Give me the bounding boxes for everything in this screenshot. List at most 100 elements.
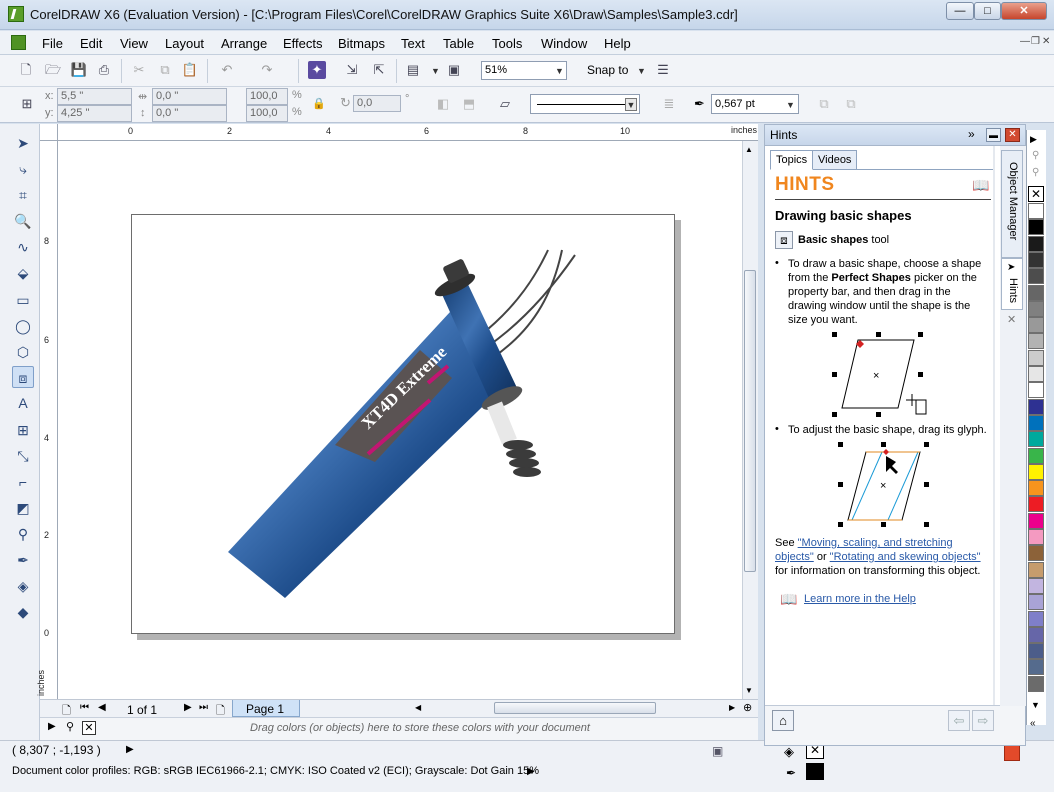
no-color-swatch-icon[interactable]: ✕ [82, 721, 96, 735]
scale-y-input[interactable]: 100,0 [246, 105, 288, 122]
scroll-left-icon[interactable]: ◀ [415, 703, 421, 712]
palette-swatch[interactable] [1028, 349, 1044, 366]
freehand-tool-icon[interactable]: ∿ [12, 236, 34, 258]
chevron-right-icon[interactable]: ▶ [126, 744, 134, 755]
outline-color-swatch[interactable] [806, 763, 824, 780]
object-origin-icon[interactable]: ⊞ [18, 95, 36, 113]
palette-swatch[interactable] [1028, 382, 1044, 399]
bike-frame-artwork[interactable]: XT4D Extreme [200, 240, 600, 610]
menu-window[interactable]: Window [541, 36, 587, 51]
palette-swatch[interactable] [1028, 463, 1044, 480]
palette-swatch[interactable] [1028, 480, 1044, 497]
import-icon[interactable]: ⇲ [343, 61, 361, 79]
scroll-down-icon[interactable]: ▼ [745, 686, 753, 695]
document-menu-icon[interactable] [11, 35, 26, 50]
dimension-tool-icon[interactable]: ⤡ [12, 445, 34, 467]
color-profiles-status[interactable]: Document color profiles: RGB: sRGB IEC61… [12, 765, 539, 777]
scroll-right-icon[interactable]: ▶ [729, 703, 735, 712]
table-tool-icon[interactable]: ⊞ [12, 419, 34, 441]
ruler-origin[interactable] [40, 124, 58, 141]
home-icon[interactable]: ⌂ [772, 710, 794, 731]
menu-text[interactable]: Text [401, 36, 425, 51]
navigator-zoom-icon[interactable]: ⊕ [743, 701, 752, 714]
forward-arrow-icon[interactable]: ⇨ [972, 710, 994, 731]
back-arrow-icon[interactable]: ⇦ [948, 710, 970, 731]
vertical-ruler[interactable] [40, 141, 58, 699]
next-page-icon[interactable]: ▶ [184, 702, 192, 713]
open-icon[interactable]: 🗁 [44, 61, 62, 79]
menu-bitmaps[interactable]: Bitmaps [338, 36, 385, 51]
close-tab-icon[interactable]: ✕ [1007, 313, 1016, 326]
menu-file[interactable]: File [42, 36, 63, 51]
tab-videos[interactable]: Videos [812, 150, 858, 170]
menu-tools[interactable]: Tools [492, 36, 522, 51]
chevron-down-icon[interactable]: ▼ [555, 66, 564, 76]
text-tool-icon[interactable]: A [12, 392, 34, 414]
play-icon[interactable]: ▶ [48, 721, 56, 732]
perfect-shapes-picker-icon[interactable]: ▱ [496, 95, 514, 113]
tab-topics[interactable]: Topics [770, 150, 814, 170]
maximize-button[interactable]: □ [974, 2, 1001, 20]
paste-icon[interactable]: 📋 [181, 61, 199, 79]
menu-layout[interactable]: Layout [165, 36, 204, 51]
palette-swatch[interactable] [1028, 659, 1044, 676]
smart-fill-tool-icon[interactable]: ⬙ [12, 262, 34, 284]
palette-expand-icon[interactable]: « [1030, 718, 1036, 729]
palette-swatch[interactable] [1028, 561, 1044, 578]
crop-tool-icon[interactable]: ⌗ [12, 184, 34, 206]
learn-more-link[interactable]: Learn more in the Help [804, 593, 916, 605]
basic-shapes-tool-icon[interactable]: ⧈ [12, 366, 34, 388]
monitor-icon[interactable]: ▣ [712, 744, 723, 758]
docker-minimize-button[interactable]: ▬ [986, 128, 1001, 142]
blend-tool-icon[interactable]: ◩ [12, 497, 34, 519]
height-input[interactable]: 0,0 " [152, 105, 227, 122]
menu-table[interactable]: Table [443, 36, 474, 51]
palette-swatch[interactable] [1028, 219, 1044, 236]
interactive-fill-tool-icon[interactable]: ◆ [12, 601, 34, 623]
first-page-icon[interactable]: ⏮ [80, 702, 89, 713]
scale-x-input[interactable]: 100,0 [246, 88, 288, 105]
menu-arrange[interactable]: Arrange [221, 36, 267, 51]
eyedropper-icon[interactable]: ⚲ [66, 720, 74, 733]
doc-close-button[interactable]: ✕ [1042, 36, 1050, 47]
palette-swatch[interactable] [1028, 594, 1044, 611]
new-document-icon[interactable]: 🗋 [17, 61, 35, 79]
redo-icon[interactable]: ↷ [258, 61, 276, 79]
palette-swatch[interactable] [1028, 577, 1044, 594]
save-icon[interactable]: 💾 [70, 61, 88, 79]
scroll-up-icon[interactable]: ▲ [745, 145, 753, 154]
menu-edit[interactable]: Edit [80, 36, 102, 51]
no-color-swatch-icon[interactable]: ✕ [1028, 186, 1044, 202]
palette-pick-icon[interactable]: ⚲ [1032, 167, 1039, 178]
palette-swatch[interactable] [1028, 529, 1044, 545]
width-input[interactable]: 0,0 " [152, 88, 227, 105]
application-launcher-icon[interactable]: ▤ [404, 61, 422, 79]
to-front-icon[interactable]: ⧉ [815, 95, 833, 113]
palette-eyedropper-icon[interactable]: ⚲ [1032, 150, 1039, 161]
export-icon[interactable]: ⇱ [370, 61, 388, 79]
search-content-icon[interactable]: ✦ [308, 61, 326, 79]
rectangle-tool-icon[interactable]: ▭ [12, 289, 34, 311]
palette-swatch[interactable] [1028, 675, 1044, 692]
palette-swatch[interactable] [1028, 447, 1044, 464]
docker-close-button[interactable]: ✕ [1005, 128, 1020, 142]
chevron-down-icon[interactable]: ▼ [625, 98, 637, 111]
close-button[interactable]: ✕ [1001, 2, 1047, 20]
vertical-scroll-thumb[interactable] [744, 270, 756, 572]
palette-scroll-down-icon[interactable]: ▼ [1031, 700, 1040, 710]
horizontal-ruler[interactable] [40, 124, 758, 141]
x-position-input[interactable]: 5,5 " [57, 88, 132, 105]
palette-swatch[interactable] [1028, 545, 1044, 562]
undo-icon[interactable]: ↶ [218, 61, 236, 79]
palette-scroll-up-icon[interactable]: ▶ [1030, 134, 1037, 145]
eyedropper-tool-icon[interactable]: ⚲ [12, 523, 34, 545]
minimize-button[interactable]: — [946, 2, 974, 20]
menu-help[interactable]: Help [604, 36, 631, 51]
welcome-screen-icon[interactable]: ▣ [445, 61, 463, 79]
chevron-right-icon[interactable]: ▶ [527, 766, 535, 777]
print-icon[interactable]: ⎙ [95, 61, 113, 79]
palette-swatch[interactable] [1028, 431, 1044, 448]
palette-swatch[interactable] [1028, 251, 1044, 268]
connector-tool-icon[interactable]: ⌐ [12, 471, 34, 493]
palette-swatch[interactable] [1028, 610, 1044, 627]
